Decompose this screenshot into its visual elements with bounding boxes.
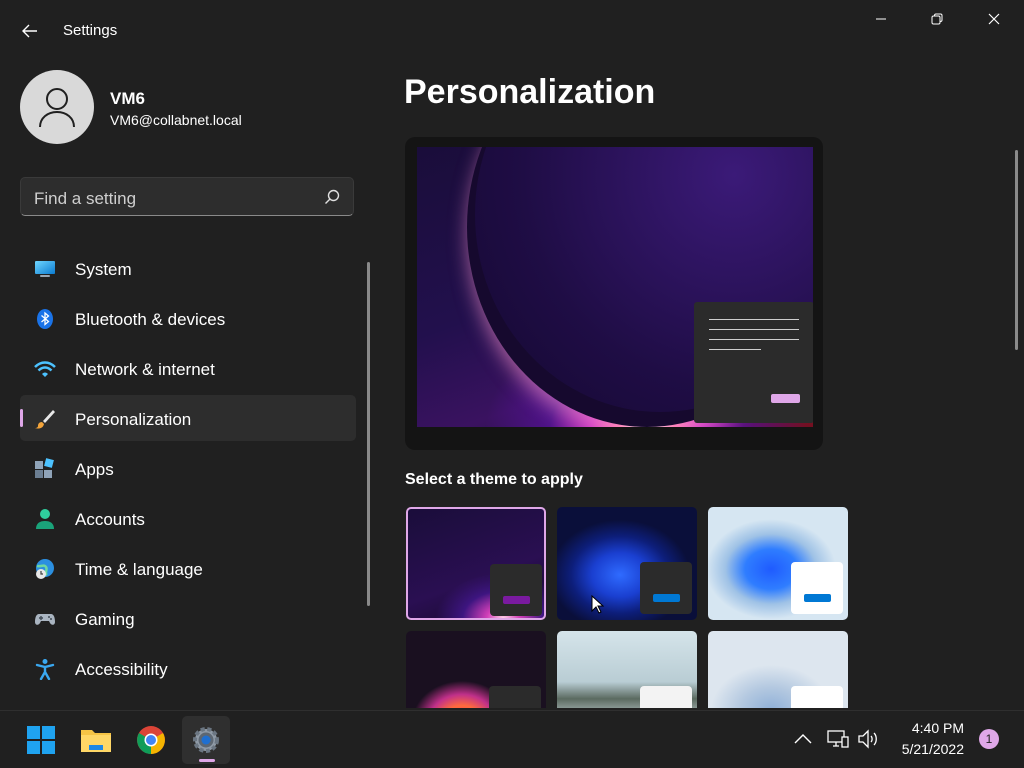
theme-mini-window xyxy=(791,562,843,614)
active-app-indicator xyxy=(199,759,215,762)
wifi-icon xyxy=(34,361,56,377)
network-tray-button[interactable] xyxy=(826,728,850,750)
sidebar-item-apps[interactable]: Apps xyxy=(20,445,356,491)
volume-tray-button[interactable] xyxy=(857,728,881,750)
search-input[interactable]: Find a setting xyxy=(20,177,354,216)
sidebar-item-label: Network & internet xyxy=(75,360,215,379)
settings-icon xyxy=(193,727,219,753)
page-title: Personalization xyxy=(404,73,656,111)
chrome-button[interactable] xyxy=(127,716,175,764)
theme-preview xyxy=(405,137,823,450)
search-icon[interactable] xyxy=(323,188,341,206)
restore-icon xyxy=(931,13,943,25)
restore-button[interactable] xyxy=(914,4,960,34)
theme-mini-window xyxy=(640,562,692,614)
app-title: Settings xyxy=(63,22,118,39)
theme-accent-bar xyxy=(804,594,831,602)
avatar[interactable] xyxy=(20,70,94,144)
back-arrow-icon xyxy=(22,24,37,38)
chevron-up-icon xyxy=(794,734,812,744)
sidebar-item-accounts[interactable]: Accounts xyxy=(20,495,356,541)
sidebar-nav: System Bluetooth & devices Network & int… xyxy=(20,245,356,695)
title-bar: Settings xyxy=(0,0,1024,60)
apps-icon xyxy=(35,458,54,478)
accessibility-icon xyxy=(35,659,55,680)
settings-button[interactable] xyxy=(182,716,230,764)
sidebar-item-bluetooth[interactable]: Bluetooth & devices xyxy=(20,295,356,341)
theme-grid xyxy=(406,507,852,708)
minimize-icon xyxy=(876,18,886,20)
clock-date[interactable]: 5/21/2022 xyxy=(880,741,964,757)
preview-text-line xyxy=(709,339,799,340)
theme-flower[interactable] xyxy=(406,631,546,708)
preview-window xyxy=(694,302,813,423)
clock-time[interactable]: 4:40 PM xyxy=(880,720,964,736)
taskbar: 4:40 PM 5/21/2022 1 xyxy=(0,710,1024,768)
sidebar-item-time-language[interactable]: Time & language xyxy=(20,545,356,591)
user-name: VM6 xyxy=(110,89,145,108)
search-placeholder: Find a setting xyxy=(34,189,137,208)
user-icon xyxy=(39,88,75,128)
user-email: VM6@collabnet.local xyxy=(110,112,242,128)
sidebar-item-personalization[interactable]: Personalization xyxy=(20,395,356,441)
file-explorer-button[interactable] xyxy=(72,716,120,764)
sidebar-item-system[interactable]: System xyxy=(20,245,356,291)
preview-accent-button xyxy=(771,394,800,403)
accounts-icon xyxy=(36,509,54,529)
gamepad-icon xyxy=(35,614,55,625)
sidebar-item-network[interactable]: Network & internet xyxy=(20,345,356,391)
sidebar-item-label: Personalization xyxy=(75,410,192,429)
preview-text-line xyxy=(709,319,799,320)
close-icon xyxy=(988,13,1000,25)
start-icon xyxy=(27,726,55,754)
minimize-button[interactable] xyxy=(858,4,904,34)
theme-lake[interactable] xyxy=(557,631,697,708)
sidebar-item-label: Accessibility xyxy=(75,660,168,679)
sidebar-item-label: System xyxy=(75,260,132,279)
start-button[interactable] xyxy=(17,716,65,764)
theme-bloom-light[interactable] xyxy=(708,507,848,620)
theme-mini-window xyxy=(489,686,541,708)
themes-heading: Select a theme to apply xyxy=(405,471,583,488)
theme-mini-window xyxy=(640,686,692,708)
theme-flow[interactable] xyxy=(708,631,848,708)
close-button[interactable] xyxy=(971,4,1017,34)
back-button[interactable] xyxy=(14,16,46,46)
main-scrollbar[interactable] xyxy=(1015,150,1018,350)
bluetooth-icon xyxy=(37,309,53,329)
theme-mini-window xyxy=(490,564,542,616)
sidebar-item-label: Gaming xyxy=(75,610,135,629)
show-hidden-icons-button[interactable] xyxy=(791,728,815,750)
theme-accent-bar xyxy=(653,594,680,602)
sidebar-item-label: Accounts xyxy=(75,510,145,529)
globe-clock-icon xyxy=(36,559,54,579)
selection-indicator xyxy=(20,409,23,427)
notification-badge[interactable]: 1 xyxy=(979,729,999,749)
chrome-icon xyxy=(137,726,165,754)
network-icon xyxy=(827,730,849,748)
preview-wallpaper xyxy=(417,147,813,427)
sidebar-item-label: Time & language xyxy=(75,560,203,579)
system-icon xyxy=(35,261,55,277)
sidebar-item-gaming[interactable]: Gaming xyxy=(20,595,356,641)
theme-glow-dark[interactable] xyxy=(406,507,546,620)
mouse-cursor-icon xyxy=(591,595,605,614)
sidebar-item-label: Bluetooth & devices xyxy=(75,310,226,329)
theme-accent-bar xyxy=(503,596,530,604)
theme-bloom-dark[interactable] xyxy=(557,507,697,620)
sidebar-item-accessibility[interactable]: Accessibility xyxy=(20,645,356,691)
preview-text-line xyxy=(709,349,761,350)
sidebar-item-label: Apps xyxy=(75,460,114,479)
theme-mini-window xyxy=(791,686,843,708)
volume-icon xyxy=(858,729,877,749)
sidebar-scrollbar[interactable] xyxy=(367,262,370,606)
file-explorer-icon xyxy=(81,730,111,752)
preview-text-line xyxy=(709,329,799,330)
brush-icon xyxy=(35,410,55,429)
